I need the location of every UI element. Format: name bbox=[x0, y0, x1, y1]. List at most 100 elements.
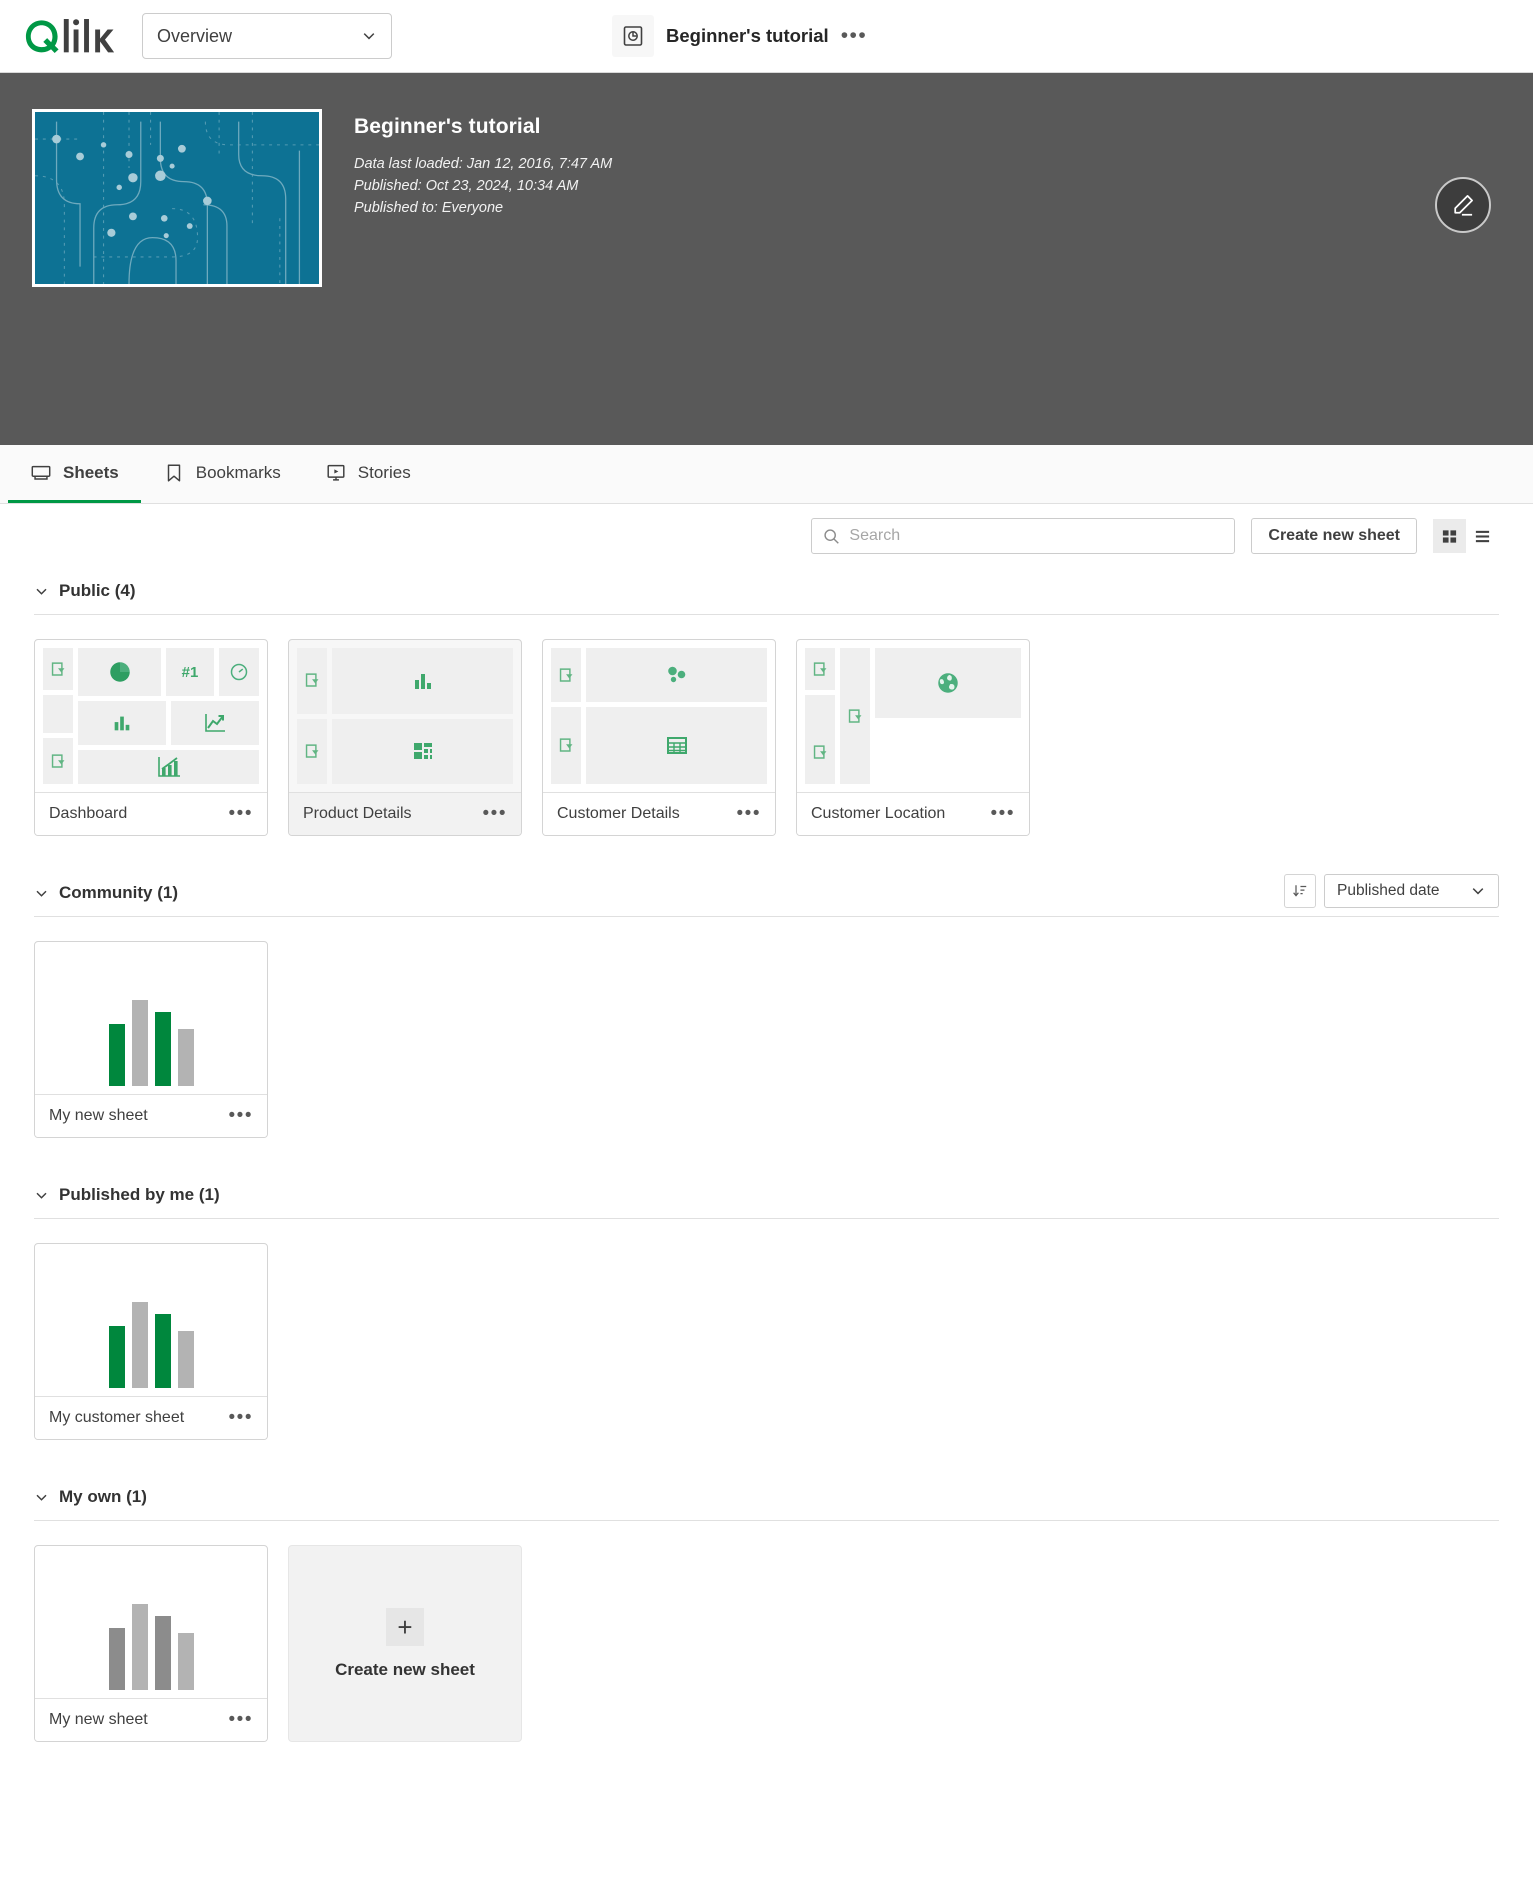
sheet-card-customer-details[interactable]: Customer Details ••• bbox=[542, 639, 776, 836]
edit-app-button[interactable] bbox=[1435, 177, 1491, 233]
section-title-text: Community bbox=[59, 883, 153, 902]
chevron-down-icon[interactable] bbox=[34, 1490, 49, 1505]
section-divider bbox=[34, 614, 1499, 615]
section-my-own-header: My own (1) bbox=[34, 1474, 1499, 1520]
sheet-card-dashboard[interactable]: #1 bbox=[34, 639, 268, 836]
view-mode-toggle bbox=[1433, 519, 1499, 553]
bar-chart-icon bbox=[111, 712, 133, 734]
pie-chart-icon bbox=[107, 659, 133, 685]
bar bbox=[109, 1024, 125, 1086]
combo-chart-object bbox=[78, 750, 259, 784]
tab-bookmarks[interactable]: Bookmarks bbox=[141, 445, 303, 503]
pie-chart-object bbox=[78, 648, 161, 696]
filter-icon bbox=[304, 743, 321, 760]
table-object bbox=[586, 707, 767, 784]
sheet-card-customer-location[interactable]: Customer Location ••• bbox=[796, 639, 1030, 836]
sheet-card-product-details[interactable]: Product Details ••• bbox=[288, 639, 522, 836]
content-tabs: Sheets Bookmarks Stories bbox=[0, 445, 1533, 504]
create-new-sheet-tile[interactable]: + Create new sheet bbox=[288, 1545, 522, 1742]
gauge-icon bbox=[229, 662, 249, 682]
sheet-more-menu-button[interactable]: ••• bbox=[223, 1112, 253, 1120]
search-icon bbox=[823, 528, 840, 545]
chevron-down-icon bbox=[361, 28, 377, 44]
tab-stories-label: Stories bbox=[358, 463, 411, 483]
grid-view-button[interactable] bbox=[1433, 519, 1466, 553]
sheet-card-footer: My new sheet ••• bbox=[35, 1698, 267, 1741]
sort-field-label: Published date bbox=[1337, 882, 1470, 900]
section-title-text: Published by me bbox=[59, 1185, 194, 1204]
sheet-more-menu-button[interactable]: ••• bbox=[477, 810, 507, 818]
sheet-more-menu-button[interactable]: ••• bbox=[985, 810, 1015, 818]
tab-sheets[interactable]: Sheets bbox=[8, 445, 141, 503]
search-box[interactable] bbox=[811, 518, 1235, 554]
sheet-name: Dashboard bbox=[49, 805, 223, 823]
sheet-more-menu-button[interactable]: ••• bbox=[223, 1716, 253, 1724]
app-breadcrumb-title[interactable]: Beginner's tutorial bbox=[666, 25, 829, 47]
section-divider bbox=[34, 1520, 1499, 1521]
scatter-plot-icon bbox=[664, 664, 690, 686]
filter-pane-placeholder bbox=[840, 648, 870, 784]
chevron-down-icon[interactable] bbox=[34, 886, 49, 901]
bar-chart-object bbox=[332, 648, 513, 714]
section-count: (4) bbox=[115, 581, 136, 600]
section-published-by-me: Published by me (1) My customer sheet ••… bbox=[0, 1172, 1533, 1474]
filter-icon bbox=[812, 661, 829, 678]
app-metadata: Beginner's tutorial Data last loaded: Ja… bbox=[354, 109, 612, 445]
sheet-icon bbox=[30, 462, 52, 484]
sheet-preview bbox=[797, 640, 1029, 792]
treemap-object bbox=[332, 719, 513, 785]
space-selector[interactable]: Overview bbox=[142, 13, 392, 59]
chevron-down-icon[interactable] bbox=[34, 1188, 49, 1203]
line-chart-object bbox=[171, 701, 259, 745]
sheet-name: Customer Details bbox=[557, 805, 731, 823]
section-divider bbox=[34, 1218, 1499, 1219]
section-my-own-title: My own (1) bbox=[59, 1487, 147, 1507]
chevron-down-icon[interactable] bbox=[34, 584, 49, 599]
section-community: Community (1) Published date bbox=[0, 870, 1533, 1172]
search-input[interactable] bbox=[849, 527, 1223, 545]
filter-pane-placeholder bbox=[551, 707, 581, 784]
filter-icon bbox=[812, 744, 829, 761]
section-community-header: Community (1) Published date bbox=[34, 870, 1499, 916]
bar-chart-thumbnail bbox=[43, 1554, 259, 1690]
sheet-card-my-new-sheet-own[interactable]: My new sheet ••• bbox=[34, 1545, 268, 1742]
list-view-button[interactable] bbox=[1466, 519, 1499, 553]
filter-pane-placeholder bbox=[297, 648, 327, 714]
list-view-icon bbox=[1474, 528, 1491, 545]
qlik-logo[interactable] bbox=[22, 8, 120, 64]
sheet-more-menu-button[interactable]: ••• bbox=[223, 810, 253, 818]
sheet-card-footer: My new sheet ••• bbox=[35, 1094, 267, 1137]
bar bbox=[132, 1604, 148, 1690]
sheet-grid-published-by-me: My customer sheet ••• bbox=[34, 1243, 1499, 1474]
app-more-menu-button[interactable]: ••• bbox=[841, 30, 868, 42]
sheet-more-menu-button[interactable]: ••• bbox=[223, 1414, 253, 1422]
sheet-card-footer: Customer Location ••• bbox=[797, 792, 1029, 835]
section-title-text: Public bbox=[59, 581, 110, 600]
app-title: Beginner's tutorial bbox=[354, 115, 612, 139]
app-thumbnail bbox=[32, 109, 322, 287]
line-chart-icon bbox=[202, 710, 228, 736]
bar-chart-icon bbox=[411, 669, 435, 693]
sort-direction-button[interactable] bbox=[1284, 874, 1316, 908]
section-published-by-me-header: Published by me (1) bbox=[34, 1172, 1499, 1218]
app-published-to: Published to: Everyone bbox=[354, 197, 612, 219]
top-navigation-bar: Overview Beginner's tutorial ••• bbox=[0, 0, 1533, 73]
sort-field-select[interactable]: Published date bbox=[1324, 874, 1499, 908]
filter-pane-placeholder bbox=[43, 695, 73, 733]
section-count: (1) bbox=[199, 1185, 220, 1204]
sheet-card-my-new-sheet-community[interactable]: My new sheet ••• bbox=[34, 941, 268, 1138]
sheet-card-my-customer-sheet[interactable]: My customer sheet ••• bbox=[34, 1243, 268, 1440]
tab-stories[interactable]: Stories bbox=[303, 445, 433, 503]
filter-icon bbox=[558, 667, 575, 684]
kpi-number-icon: #1 bbox=[182, 664, 199, 681]
sheet-card-footer: Product Details ••• bbox=[289, 792, 521, 835]
tab-bookmarks-label: Bookmarks bbox=[196, 463, 281, 483]
sheet-name: My customer sheet bbox=[49, 1409, 223, 1427]
bar bbox=[155, 1012, 171, 1086]
sheet-more-menu-button[interactable]: ••• bbox=[731, 810, 761, 818]
sheet-card-footer: Dashboard ••• bbox=[35, 792, 267, 835]
app-data-last-loaded: Data last loaded: Jan 12, 2016, 7:47 AM bbox=[354, 153, 612, 175]
create-new-sheet-button[interactable]: Create new sheet bbox=[1251, 518, 1417, 554]
breadcrumb: Beginner's tutorial ••• bbox=[612, 15, 867, 57]
filter-pane-placeholder bbox=[805, 695, 835, 784]
